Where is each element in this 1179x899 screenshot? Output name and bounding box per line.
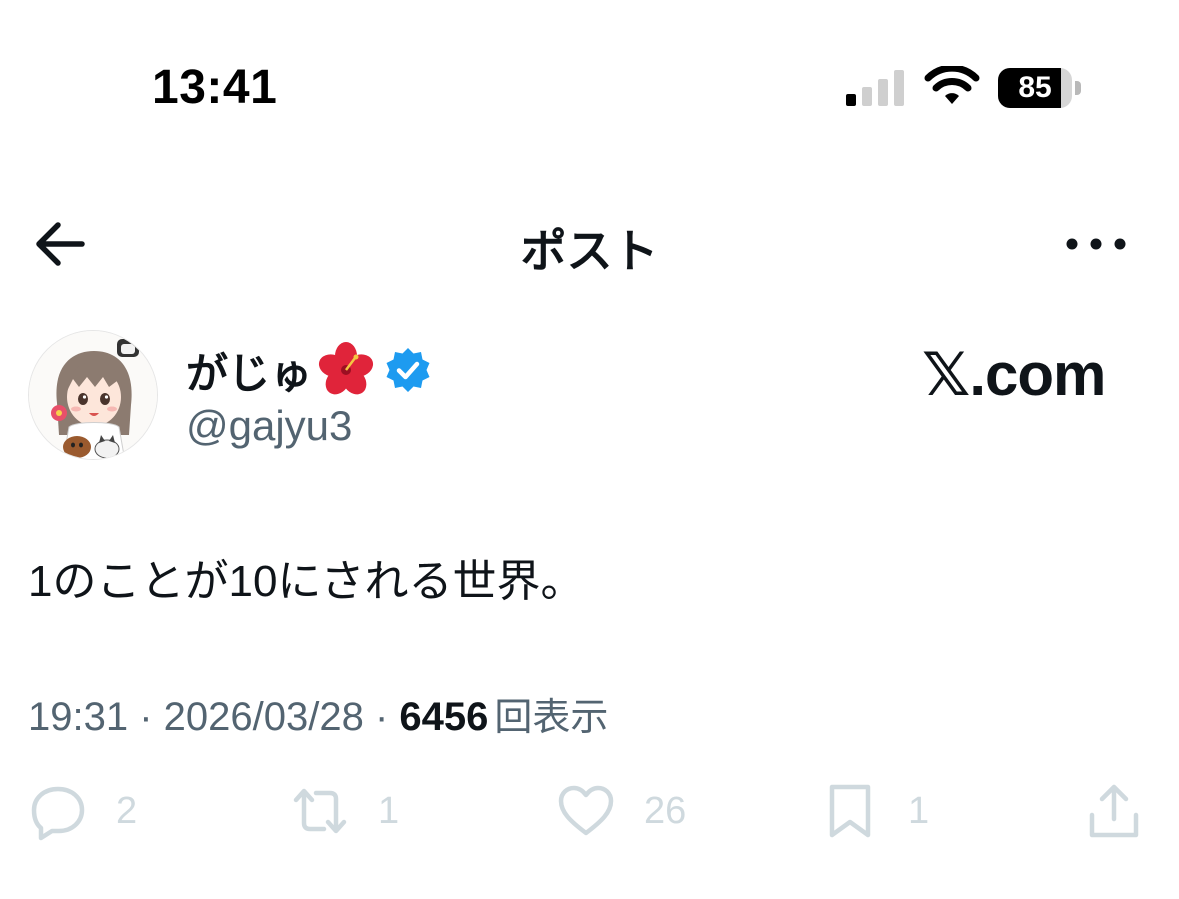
like-button[interactable]: 26 <box>556 776 686 846</box>
views-count[interactable]: 6456 <box>399 695 488 740</box>
reply-icon <box>31 786 85 841</box>
display-name[interactable]: がじゅ <box>186 340 312 401</box>
more-horizontal-icon <box>1066 238 1126 250</box>
cellular-signal-icon <box>846 70 904 106</box>
post-text: 1のことが10にされる世界。 <box>28 557 585 606</box>
author-name-row: がじゅ <box>186 338 432 402</box>
like-count: 26 <box>644 789 687 832</box>
post-date[interactable]: 2026/03/28 <box>164 695 364 740</box>
avatar-illustration <box>29 331 157 459</box>
share-button[interactable] <box>1084 776 1144 846</box>
meta-separator: · <box>363 695 400 739</box>
views-label: 回表示 <box>494 697 609 739</box>
status-time: 13:41 <box>152 61 278 114</box>
post-time[interactable]: 19:31 <box>28 695 128 740</box>
hibiscus-icon <box>318 342 374 395</box>
repost-button[interactable]: 1 <box>290 776 399 846</box>
avatar[interactable] <box>28 330 158 460</box>
share-icon <box>1089 784 1139 838</box>
verified-badge-icon <box>386 348 430 392</box>
bookmark-button[interactable]: 1 <box>820 776 929 846</box>
more-options-button[interactable] <box>1062 222 1130 266</box>
bookmark-count: 1 <box>908 789 930 832</box>
meta-separator: · <box>128 695 164 739</box>
heart-icon <box>558 785 614 836</box>
wifi-icon <box>924 66 980 104</box>
repost-icon <box>293 788 347 834</box>
bookmark-icon <box>829 784 871 838</box>
watermark-source: 𝕏.com <box>922 341 1106 408</box>
repost-count: 1 <box>378 789 400 832</box>
reply-button[interactable]: 2 <box>28 776 137 846</box>
page-title: ポスト <box>520 225 659 277</box>
battery-percent: 85 <box>1018 71 1052 104</box>
post-action-bar: 2 1 26 1 <box>0 776 1179 846</box>
reply-count: 2 <box>116 789 138 832</box>
author-handle[interactable]: @gajyu3 <box>186 402 352 450</box>
post-meta: 19:31 · 2026/03/28 · 6456 回表示 <box>28 686 608 741</box>
battery-icon: 85 <box>998 68 1084 108</box>
